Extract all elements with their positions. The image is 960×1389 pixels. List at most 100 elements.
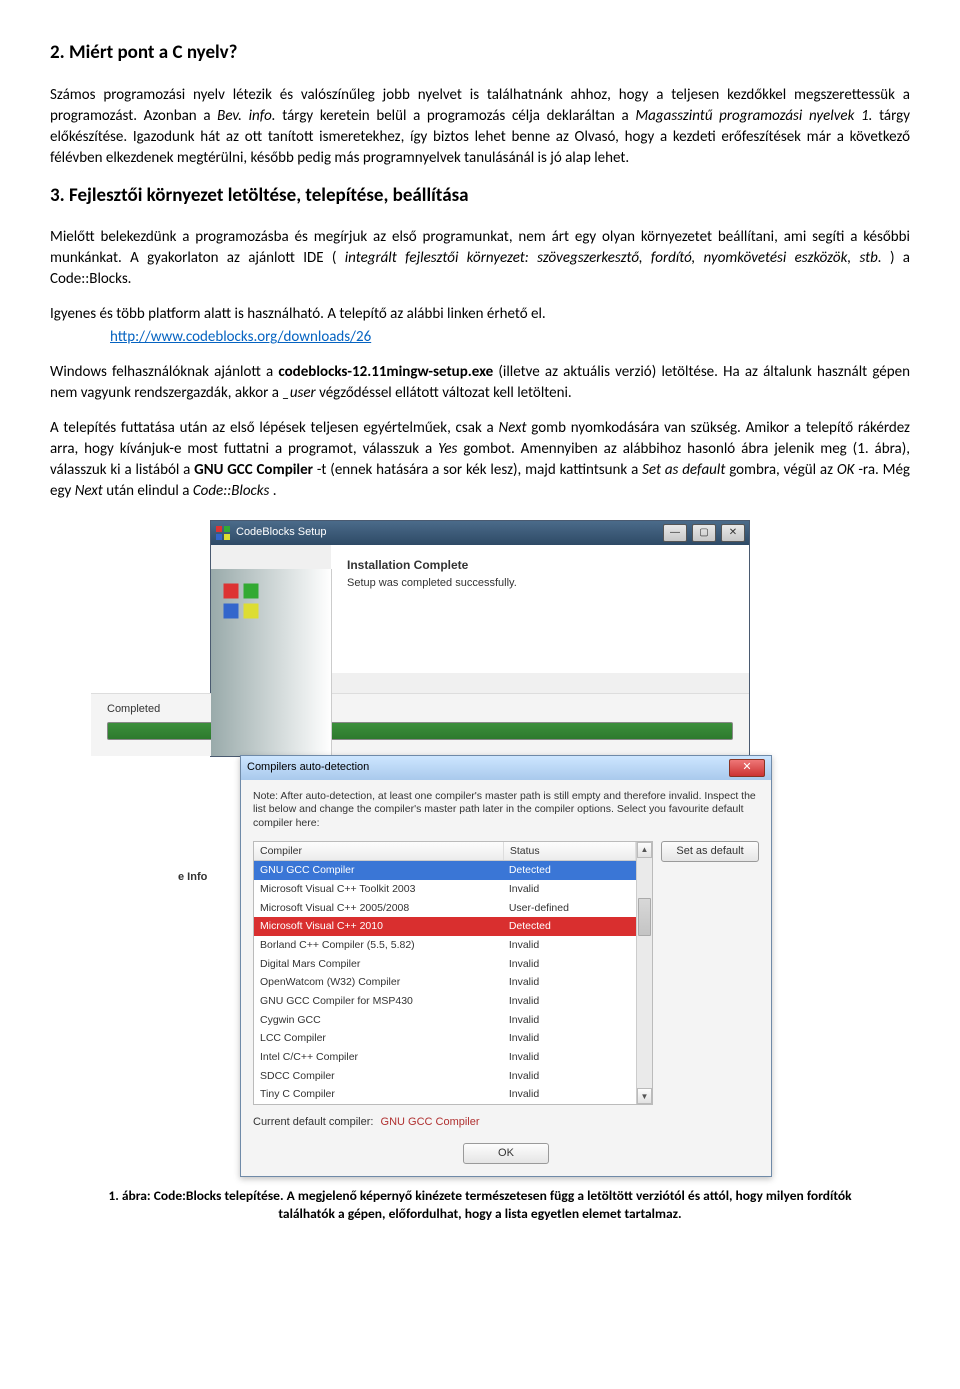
table-row[interactable]: Borland C++ Compiler (5.5, 5.82)Invalid — [254, 936, 636, 955]
text: -t (ennek hatására a sor kék lesz), majd… — [317, 461, 642, 479]
text-italic: Bev. info. — [217, 107, 275, 125]
text-italic: Next — [498, 419, 526, 437]
table-row[interactable]: Microsoft Visual C++ 2005/2008User-defin… — [254, 899, 636, 918]
scroll-track[interactable] — [637, 858, 652, 1089]
text: Igyenes és több platform alatt is haszná… — [50, 305, 546, 323]
cell-compiler: GNU GCC Compiler for MSP430 — [254, 993, 503, 1010]
installer-progress-area: Completed — [91, 693, 749, 755]
col-status[interactable]: Status — [504, 842, 636, 861]
cell-status: Invalid — [503, 1030, 636, 1047]
download-link[interactable]: http://www.codeblocks.org/downloads/26 — [110, 328, 371, 346]
table-row[interactable]: Microsoft Visual C++ 2010Detected — [254, 917, 636, 936]
close-button[interactable]: ✕ — [721, 524, 745, 542]
set-as-default-button[interactable]: Set as default — [661, 841, 759, 862]
table-row[interactable]: Digital Mars CompilerInvalid — [254, 955, 636, 974]
cell-status: User-defined — [503, 900, 636, 917]
cell-compiler: Borland C++ Compiler (5.5, 5.82) — [254, 937, 503, 954]
cell-status: Detected — [503, 862, 636, 879]
cell-compiler: Tiny C Compiler — [254, 1086, 503, 1103]
cell-compiler: Digital Mars Compiler — [254, 956, 503, 973]
table-row[interactable]: Tiny C CompilerInvalid — [254, 1085, 636, 1104]
table-row[interactable]: Intel C/C++ CompilerInvalid — [254, 1048, 636, 1067]
cell-compiler: Intel C/C++ Compiler — [254, 1049, 503, 1066]
heading-section-3: 3. Fejlesztői környezet letöltése, telep… — [50, 183, 910, 210]
current-default-value: GNU GCC Compiler — [381, 1116, 480, 1128]
table-scrollbar[interactable]: ▲ ▼ — [636, 842, 652, 1105]
installer-subtext: Setup was completed successfully. — [347, 576, 733, 591]
compiler-table[interactable]: Compiler Status GNU GCC CompilerDetected… — [253, 841, 653, 1106]
table-row[interactable]: Cygwin GCCInvalid — [254, 1011, 636, 1030]
truncated-label: e Info — [178, 870, 207, 885]
compilers-dialog-body: Note: After auto-detection, at least one… — [241, 780, 771, 1176]
cell-compiler: Microsoft Visual C++ 2005/2008 — [254, 900, 503, 917]
cell-status: Invalid — [503, 881, 636, 898]
cell-compiler: Microsoft Visual C++ Toolkit 2003 — [254, 881, 503, 898]
scroll-up-button[interactable]: ▲ — [637, 842, 652, 858]
text-italic: Next — [75, 482, 103, 500]
cell-status: Detected — [503, 918, 636, 935]
text: gombra, végül az — [729, 461, 837, 479]
text-bold: codeblocks-12.11mingw-setup.exe — [278, 363, 493, 381]
codeblocks-icon — [215, 525, 231, 541]
minimize-button[interactable]: — — [663, 524, 687, 542]
cell-compiler: LCC Compiler — [254, 1030, 503, 1047]
compilers-dialog-titlebar: Compilers auto-detection ✕ — [241, 756, 771, 780]
text: Windows felhasználóknak ajánlott a — [50, 363, 278, 381]
text-italic: OK — [837, 461, 855, 479]
cell-compiler: OpenWatcom (W32) Compiler — [254, 974, 503, 991]
paragraph: Mielőtt belekezdünk a programozásba és m… — [50, 227, 910, 290]
cell-compiler: Cygwin GCC — [254, 1012, 503, 1029]
heading-section-2: 2. Miért pont a C nyelv? — [50, 40, 910, 67]
paragraph: Igyenes és több platform alatt is haszná… — [50, 304, 910, 325]
codeblocks-icon — [221, 581, 331, 626]
ok-button[interactable]: OK — [463, 1143, 549, 1164]
text-italic: Yes — [438, 440, 457, 458]
paragraph: Windows felhasználóknak ajánlott a codeb… — [50, 362, 910, 404]
cell-status: Invalid — [503, 937, 636, 954]
text-italic: Set as default — [642, 461, 725, 479]
embedded-screenshot: e Info CodeBlocks Setup — ▢ ✕ — [50, 520, 910, 1177]
link-row: http://www.codeblocks.org/downloads/26 — [110, 327, 910, 348]
col-compiler[interactable]: Compiler — [254, 842, 504, 861]
installer-progress-label: Completed — [107, 702, 733, 717]
paragraph: A telepítés futtatása után az első lépés… — [50, 418, 910, 502]
cell-status: Invalid — [503, 1049, 636, 1066]
cell-status: Invalid — [503, 1012, 636, 1029]
scroll-thumb[interactable] — [638, 898, 651, 936]
installer-body: Installation Complete Setup was complete… — [331, 545, 749, 673]
installer-side-banner — [211, 569, 332, 755]
text: tárgy keretein belül a programozás célja… — [282, 107, 635, 125]
installer-window: CodeBlocks Setup — ▢ ✕ Installation Comp… — [210, 520, 750, 756]
maximize-button[interactable]: ▢ — [692, 524, 716, 542]
cell-status: Invalid — [503, 993, 636, 1010]
table-row[interactable]: Microsoft Visual C++ Toolkit 2003Invalid — [254, 880, 636, 899]
installer-title: CodeBlocks Setup — [236, 525, 327, 540]
table-row[interactable]: LCC CompilerInvalid — [254, 1029, 636, 1048]
installer-heading: Installation Complete — [347, 557, 733, 574]
cell-status: Invalid — [503, 956, 636, 973]
text: . — [273, 482, 277, 500]
table-row[interactable]: SDCC CompilerInvalid — [254, 1067, 636, 1086]
installer-titlebar: CodeBlocks Setup — ▢ ✕ — [211, 521, 749, 545]
text-bold: GNU GCC Compiler — [194, 461, 313, 479]
cell-status: Invalid — [503, 974, 636, 991]
compilers-dialog-title: Compilers auto-detection — [247, 760, 369, 775]
figure-caption: 1. ábra: Code:Blocks telepítése. A megje… — [80, 1187, 880, 1223]
paragraph: Számos programozási nyelv létezik és val… — [50, 85, 910, 169]
current-default-row: Current default compiler: GNU GCC Compil… — [253, 1115, 759, 1130]
text-italic: _user — [282, 384, 315, 402]
cell-status: Invalid — [503, 1086, 636, 1103]
cell-compiler: SDCC Compiler — [254, 1068, 503, 1085]
cell-compiler: GNU GCC Compiler — [254, 862, 503, 879]
compilers-dialog: Compilers auto-detection ✕ Note: After a… — [240, 755, 772, 1177]
text: után elindul a — [106, 482, 193, 500]
cell-status: Invalid — [503, 1068, 636, 1085]
table-header: Compiler Status — [254, 842, 636, 862]
table-row[interactable]: GNU GCC Compiler for MSP430Invalid — [254, 992, 636, 1011]
table-row[interactable]: GNU GCC CompilerDetected — [254, 861, 636, 880]
table-row[interactable]: OpenWatcom (W32) CompilerInvalid — [254, 973, 636, 992]
cell-compiler: Microsoft Visual C++ 2010 — [254, 918, 503, 935]
close-button[interactable]: ✕ — [729, 759, 765, 777]
scrollописание-down-button[interactable]: ▼ — [637, 1088, 652, 1104]
text-italic: integrált fejlesztői környezet: szövegsz… — [345, 249, 882, 267]
